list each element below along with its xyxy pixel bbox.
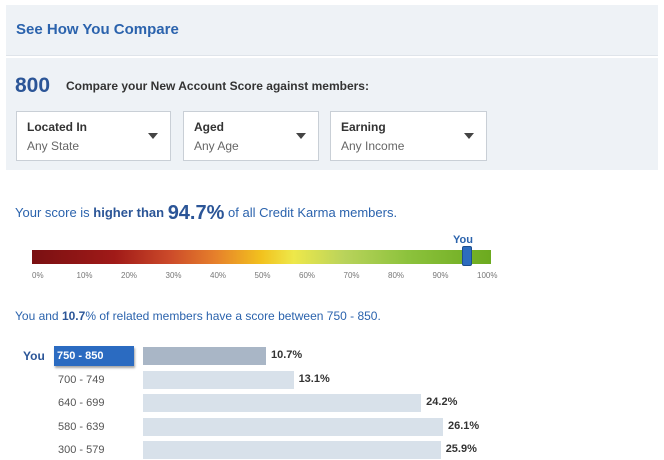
location-dropdown[interactable]: Located In Any State [16, 111, 171, 161]
score-range-label[interactable]: 750 - 850 [54, 346, 134, 366]
distribution-bar [143, 394, 422, 412]
dropdown-value: Any State [27, 139, 80, 153]
dropdown-value: Any Income [341, 139, 405, 153]
distribution-percent: 24.2% [426, 396, 458, 408]
headline-prefix: Your score is [15, 205, 94, 220]
gauge-tick: 40% [210, 271, 227, 280]
distribution-bar [143, 441, 441, 459]
score-range-label[interactable]: 580 - 639 [54, 417, 134, 437]
gauge-tick: 10% [76, 271, 93, 280]
headline-percent: 94.7% [167, 202, 225, 224]
distribution-you-label: You [23, 349, 45, 363]
headline-suffix: of all Credit Karma members. [224, 205, 398, 220]
gauge-tick: 0% [32, 271, 44, 280]
dropdown-label: Located In [27, 120, 88, 134]
score-range-label[interactable]: 300 - 579 [54, 440, 134, 460]
dropdown-value: Any Age [194, 139, 239, 153]
related-prefix: You and [15, 309, 62, 323]
distribution-percent: 25.9% [445, 443, 477, 455]
score-value: 800 [15, 74, 51, 97]
score-range-label[interactable]: 700 - 749 [54, 370, 134, 390]
age-dropdown[interactable]: Aged Any Age [183, 111, 319, 161]
gauge-tick: 50% [254, 271, 271, 280]
gauge-tick: 100% [477, 271, 498, 280]
page-title: See How You Compare [16, 21, 179, 38]
related-percent: 10.7 [61, 309, 86, 323]
gauge-tick: 60% [299, 271, 316, 280]
distribution-percent: 13.1% [298, 372, 330, 385]
filter-panel: 800 Compare your New Account Score again… [6, 58, 658, 170]
distribution-percent: 26.1% [448, 419, 480, 432]
dropdown-label: Aged [194, 120, 224, 134]
header-panel: See How You Compare [6, 5, 658, 56]
distribution-bar [143, 347, 266, 365]
gauge-tick: 20% [121, 271, 138, 280]
chevron-down-icon [464, 133, 474, 139]
gauge-tick: 70% [343, 271, 360, 280]
gauge-tick: 30% [165, 271, 182, 280]
percentile-gauge [32, 250, 491, 264]
score-range-label[interactable]: 640 - 699 [54, 393, 134, 413]
distribution-percent: 10.7% [270, 349, 303, 361]
related-suffix: % of related members have a score betwee… [85, 309, 381, 323]
gauge-tick: 80% [388, 271, 405, 280]
related-members-text: You and 10.7% of related members have a … [15, 309, 381, 323]
gauge-marker [461, 246, 472, 266]
distribution-bar [143, 370, 294, 389]
gauge-tick: 90% [432, 271, 449, 280]
score-comparison-text: Your score is higher than 94.7% of all C… [15, 202, 397, 225]
income-dropdown[interactable]: Earning Any Income [330, 111, 487, 161]
gauge-you-label: You [453, 234, 473, 246]
distribution-bar [143, 417, 443, 436]
chevron-down-icon [296, 133, 306, 139]
headline-emphasis: higher than [93, 205, 165, 220]
compare-text: Compare your New Account Score against m… [66, 79, 369, 93]
dropdown-label: Earning [341, 120, 386, 134]
chevron-down-icon [148, 133, 158, 139]
